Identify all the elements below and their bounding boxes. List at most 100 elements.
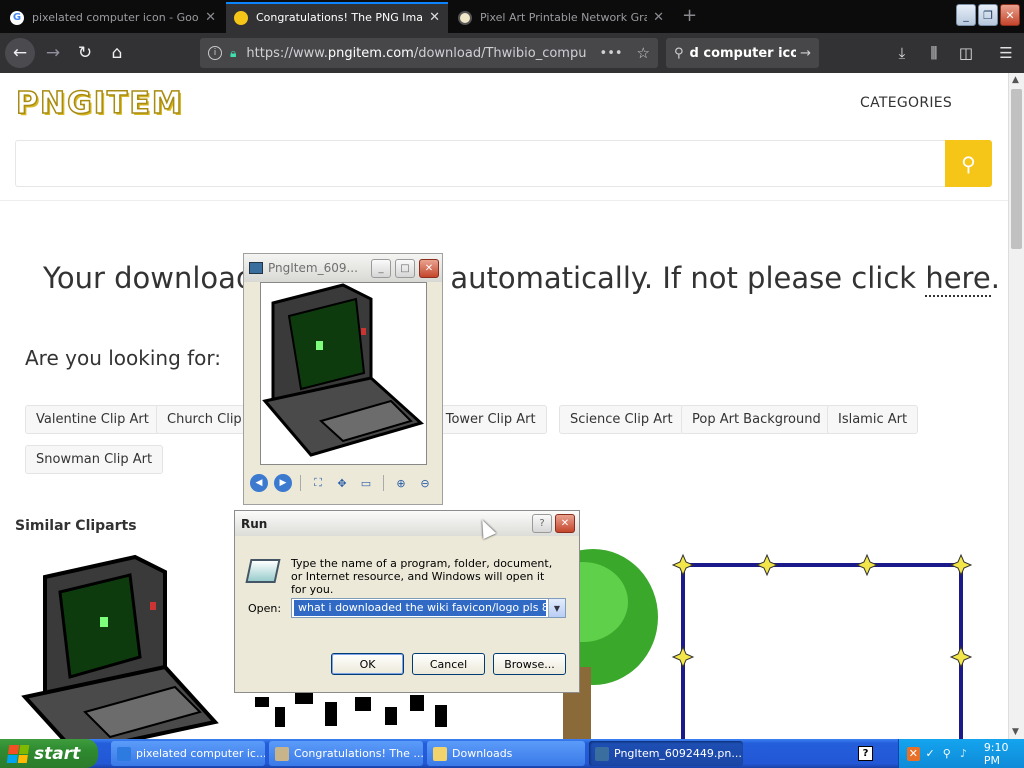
tab-title: pixelated computer icon - Google [32,11,200,24]
arrow-left-icon: ← [12,43,28,63]
viewer-close-button[interactable]: ✕ [419,259,439,278]
site-search-input[interactable] [15,140,945,187]
tag-link[interactable]: Islamic Art [827,405,919,434]
run-close-button[interactable]: ✕ [555,514,575,533]
new-tab-button[interactable]: + [682,5,697,26]
clock[interactable]: 9:10 PM [984,741,1024,767]
close-icon[interactable]: ✕ [653,10,664,25]
site-logo[interactable]: PNGITEM [15,85,184,122]
previous-image-icon[interactable]: ◀ [250,474,268,492]
search-bar[interactable]: ⚲ d computer icon → [666,38,819,68]
help-button[interactable]: ? [532,514,552,533]
star-favicon-icon [458,10,472,25]
tab-pixel-art[interactable]: Pixel Art Printable Network Graph ✕ [450,2,672,33]
scrollbar-thumb[interactable] [1011,89,1022,249]
image-viewer-window: PngItem_609... _ □ ✕ ◀ ▶ ⛶ ✥ ▭ ⊕ ⊖ [243,253,443,505]
site-search-button[interactable]: ⚲ [945,140,992,187]
restore-button[interactable]: ❐ [978,4,998,26]
scroll-down-icon[interactable]: ▼ [1012,727,1019,737]
url-bar[interactable]: i 🔒︎ https://www.pngitem.com/download/Th… [200,38,658,68]
download-icon[interactable]: ⤓ [890,41,914,65]
dropdown-arrow-icon[interactable]: ▼ [548,599,565,617]
run-dialog-titlebar[interactable]: Run [235,511,579,536]
tag-link[interactable]: Valentine Clip Art [25,405,160,434]
run-icon [245,559,281,583]
start-button[interactable]: start [0,739,98,768]
screen: G pixelated computer icon - Google ✕ Con… [0,0,1024,768]
search-icon: ⚲ [961,151,976,176]
info-icon[interactable]: i [208,46,222,60]
tab-pngitem[interactable]: Congratulations! The PNG Image Has Been … [226,2,448,33]
taskbar-item[interactable]: pixelated computer ic... [111,741,265,766]
taskbar-item-active[interactable]: PngItem_6092449.pn... [589,741,743,766]
image-viewer-title: PngItem_609... [268,261,358,275]
tag-link[interactable]: Snowman Clip Art [25,445,164,474]
system-tray: ✕ ✓ ⚲ ♪ 9:10 PM [898,739,1024,768]
window-close-button[interactable]: ✕ [1000,4,1020,26]
toolbar-separator [383,475,384,491]
open-input[interactable]: what i downloaded the wiki favicon/logo … [294,600,546,616]
zoom-out-icon[interactable]: ⊖ [416,474,434,492]
best-fit-icon[interactable]: ⛶ [309,474,327,492]
tray-app-icon[interactable]: ✕ [907,746,920,761]
similar-cliparts-heading: Similar Cliparts [15,518,137,534]
bookmark-star-icon[interactable]: ☆ [637,44,650,62]
volume-icon[interactable]: ♪ [957,747,970,761]
scroll-up-icon[interactable]: ▲ [1012,75,1019,85]
search-text: d computer icon [689,45,797,61]
image-viewer-toolbar: ◀ ▶ ⛶ ✥ ▭ ⊕ ⊖ [250,474,434,492]
open-combobox[interactable]: what i downloaded the wiki favicon/logo … [291,598,566,618]
clipart-thumb-computer[interactable] [15,547,220,739]
close-icon[interactable]: ✕ [205,10,216,25]
taskbar-item-label: pixelated computer ic... [136,747,265,760]
slideshow-icon[interactable]: ▭ [357,474,375,492]
tab-title: Congratulations! The PNG Image Has Been … [256,11,423,24]
run-description: Type the name of a program, folder, docu… [291,557,553,596]
close-icon[interactable]: ✕ [429,10,440,25]
pixel-computer-image [21,554,219,739]
menu-icon[interactable]: ☰ [994,41,1018,65]
library-icon[interactable]: ⫼ [922,41,946,65]
actual-size-icon[interactable]: ✥ [333,474,351,492]
cancel-button[interactable]: Cancel [412,653,485,675]
url-text: https://www.pngitem.com/download/Thwibio… [246,45,586,61]
ok-button[interactable]: OK [331,653,404,675]
minimize-button[interactable]: _ [956,4,976,26]
viewer-maximize-button[interactable]: □ [395,259,415,278]
viewer-minimize-button[interactable]: _ [371,259,391,278]
page-scrollbar[interactable]: ▲ ▼ [1008,73,1024,739]
back-button[interactable]: ← [5,38,35,68]
tag-link[interactable]: Science Clip Art [559,405,684,434]
search-tray-icon[interactable]: ⚲ [940,747,953,761]
clipart-thumb-border[interactable] [667,547,987,739]
ie-icon [117,746,131,761]
sidebar-icon[interactable]: ◫ [954,41,978,65]
windows-logo-icon [6,744,30,763]
page-actions-icon[interactable]: ••• [600,46,623,61]
browser-nav-bar: ← → ↻ ⌂ i 🔒︎ https://www.pngitem.com/dow… [0,33,1024,73]
search-go-icon[interactable]: → [800,46,811,61]
tab-google[interactable]: G pixelated computer icon - Google ✕ [2,2,224,33]
browse-button[interactable]: Browse... [493,653,566,675]
next-image-icon[interactable]: ▶ [274,474,292,492]
tag-link[interactable]: Church Clip A [156,405,252,434]
taskbar-item[interactable]: Downloads [427,741,585,766]
download-here-link[interactable]: here [925,261,991,297]
tag-link[interactable]: Pop Art Background [681,405,832,434]
reload-button[interactable]: ↻ [70,38,100,68]
search-icon: ⚲ [674,45,684,61]
home-button[interactable]: ⌂ [102,38,132,68]
help-icon[interactable]: ? [858,746,873,761]
taskbar-item[interactable]: Congratulations! The ... [269,741,423,766]
forward-button[interactable]: → [38,38,68,68]
image-preview [260,282,427,465]
categories-link[interactable]: CATEGORIES [860,95,952,111]
firefox-icon [275,746,289,761]
zoom-in-icon[interactable]: ⊕ [392,474,410,492]
network-icon[interactable]: ✓ [924,747,937,761]
taskbar-item-label: Downloads [452,747,513,760]
tab-title: Pixel Art Printable Network Graph [480,11,648,24]
pngitem-favicon-icon [234,10,248,25]
google-icon: G [10,10,24,25]
home-icon: ⌂ [111,43,123,63]
